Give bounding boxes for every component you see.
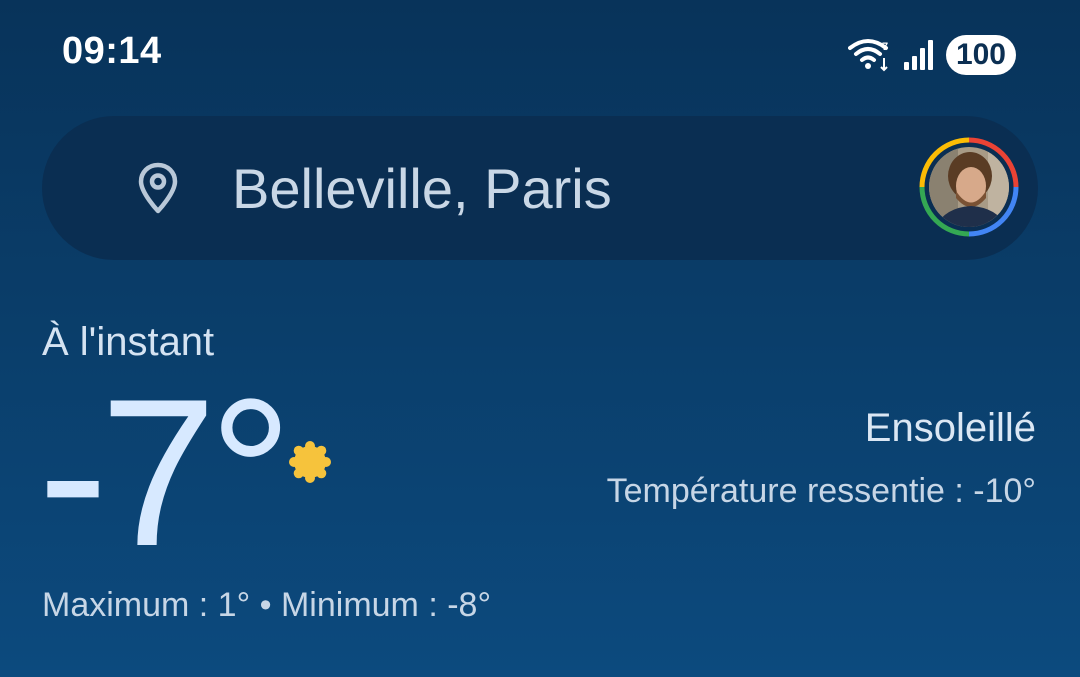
wifi-icon: 7: [847, 39, 888, 72]
location-name[interactable]: Belleville, Paris: [232, 156, 612, 221]
account-avatar[interactable]: [918, 136, 1020, 238]
battery-icon: 100: [945, 35, 1016, 75]
location-search-bar[interactable]: Belleville, Paris: [42, 116, 1038, 260]
status-time: 09:14: [62, 30, 162, 72]
location-pin-icon: [138, 162, 178, 214]
current-temperature: -7°: [38, 355, 293, 590]
status-icons: 7 100: [847, 34, 1016, 76]
weather-condition: Ensoleillé: [864, 406, 1036, 450]
signal-icon: [903, 40, 933, 70]
svg-text:7: 7: [882, 41, 888, 53]
max-min-temperature: Maximum : 1° • Minimum : -8°: [42, 586, 492, 624]
sun-icon: [289, 441, 331, 483]
feels-like-temperature: Température ressentie : -10°: [606, 472, 1036, 510]
